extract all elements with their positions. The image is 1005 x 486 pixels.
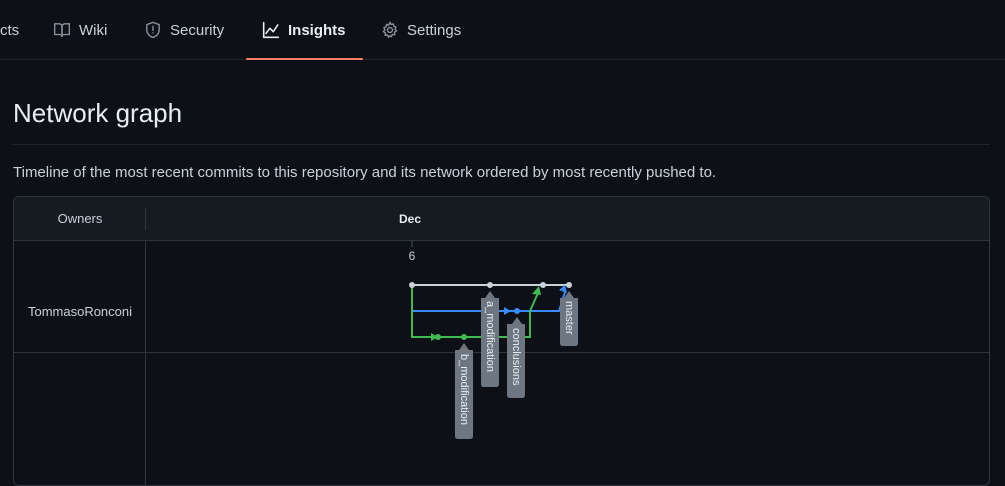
branch-tag-master[interactable]: master <box>560 291 578 346</box>
active-tab-indicator <box>246 58 363 60</box>
nav-label-projects: cts <box>0 21 20 39</box>
commit-dot[interactable] <box>461 334 467 340</box>
shield-icon <box>144 21 162 39</box>
nav-label-insights: Insights <box>288 21 346 39</box>
page-subtitle: Timeline of the most recent commits to t… <box>13 164 717 181</box>
commit-dot[interactable] <box>514 308 520 314</box>
commit-dot[interactable] <box>435 334 441 340</box>
gear-icon <box>381 21 399 39</box>
commit-graph-canvas[interactable]: 6 a_modification conclusions master b_mo… <box>14 197 990 486</box>
day-label: 6 <box>409 249 416 263</box>
nav-item-wiki[interactable]: Wiki <box>53 0 107 60</box>
commit-dot[interactable] <box>487 282 493 288</box>
commit-dot[interactable] <box>409 282 415 288</box>
repo-nav: cts Wiki Security Insights Settings <box>0 0 1005 60</box>
b-merge-arrow <box>532 286 541 295</box>
svg-text:master: master <box>563 301 575 335</box>
page-title: Network graph <box>13 98 183 128</box>
svg-text:b_modification: b_modification <box>458 354 470 425</box>
nav-item-insights[interactable]: Insights <box>262 0 346 60</box>
a-merge-arrow <box>559 285 567 293</box>
nav-label-settings: Settings <box>407 21 462 39</box>
title-divider <box>13 144 990 145</box>
book-icon <box>53 21 71 39</box>
nav-item-settings[interactable]: Settings <box>381 0 461 60</box>
branch-tag-a-modification[interactable]: a_modification <box>481 291 499 387</box>
nav-label-wiki: Wiki <box>79 21 108 39</box>
graph-icon <box>262 21 280 39</box>
commit-dot[interactable] <box>540 282 546 288</box>
nav-item-security[interactable]: Security <box>144 0 224 60</box>
branch-tag-b-modification[interactable]: b_modification <box>455 343 473 439</box>
commit-dot[interactable] <box>566 282 572 288</box>
svg-text:conclusions: conclusions <box>510 328 522 386</box>
nav-item-projects[interactable]: cts <box>0 0 19 60</box>
a-branch-arrow <box>504 307 511 315</box>
branch-tag-conclusions[interactable]: conclusions <box>507 317 525 398</box>
nav-label-security: Security <box>170 21 225 39</box>
svg-text:a_modification: a_modification <box>484 301 496 372</box>
network-graph[interactable]: Owners Dec TommasoRonconi 6 a_modificati… <box>13 196 990 486</box>
